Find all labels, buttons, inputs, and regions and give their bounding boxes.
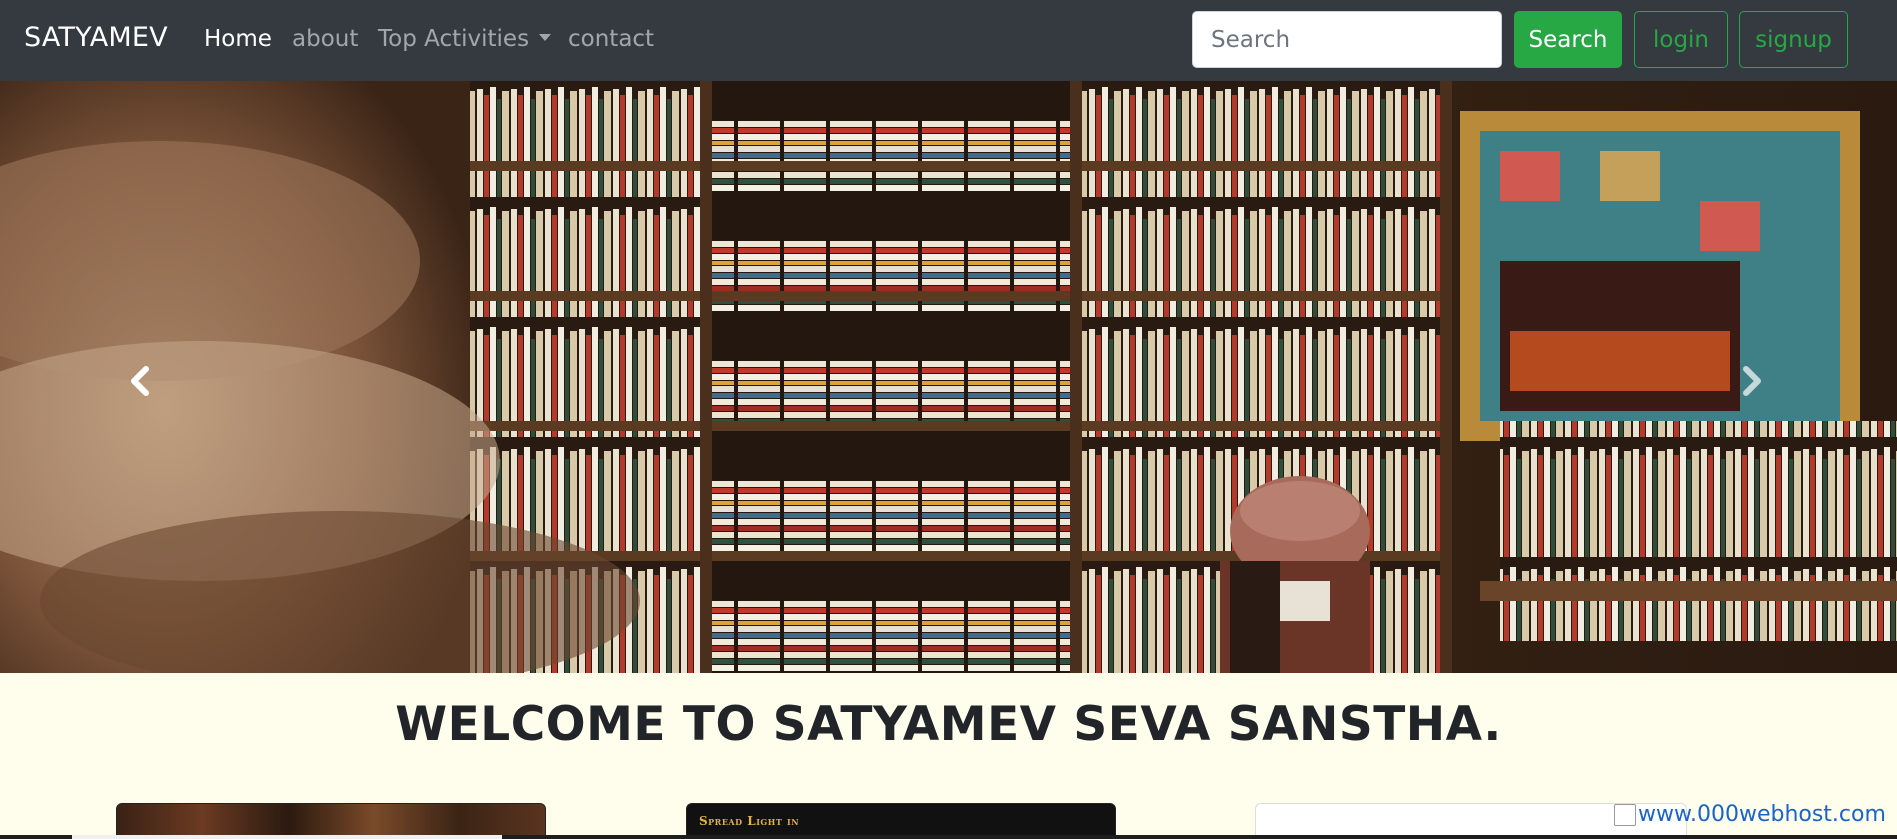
nav-link-top-activities[interactable]: Top Activities: [378, 26, 552, 52]
activity-card-1: [116, 803, 546, 839]
welcome-heading: WELCOME TO SATYAMEV SEVA SANSTHA.: [395, 697, 1502, 752]
chevron-right-icon[interactable]: [1720, 351, 1780, 411]
broken-image-icon: [1614, 804, 1636, 826]
signup-button[interactable]: signup: [1739, 11, 1848, 68]
nav-link-about[interactable]: about: [292, 26, 358, 52]
host-badge-link[interactable]: www.000webhost.com: [1614, 802, 1886, 827]
nav-link-contact[interactable]: contact: [568, 26, 654, 52]
navbar: SATYAMEV Home about Top Activities conta…: [0, 0, 1897, 81]
hero-carousel: [0, 81, 1897, 673]
caret-down-icon: [539, 34, 552, 41]
host-badge-label: www.000webhost.com: [1638, 802, 1886, 827]
login-button[interactable]: login: [1634, 11, 1728, 68]
nav-link-top-activities-label: Top Activities: [378, 26, 530, 52]
activity-card-2: Spread Light in: [686, 803, 1116, 839]
card-title: Spread Light in: [699, 814, 800, 828]
bookshelf-photo: [0, 81, 1897, 673]
search-button[interactable]: Search: [1514, 11, 1622, 68]
scrollbar-thumb[interactable]: [72, 835, 502, 839]
search-input[interactable]: [1192, 11, 1502, 68]
chevron-left-icon[interactable]: [112, 351, 172, 411]
nav-link-home[interactable]: Home: [204, 26, 272, 52]
brand-logo[interactable]: SATYAMEV: [24, 22, 168, 53]
